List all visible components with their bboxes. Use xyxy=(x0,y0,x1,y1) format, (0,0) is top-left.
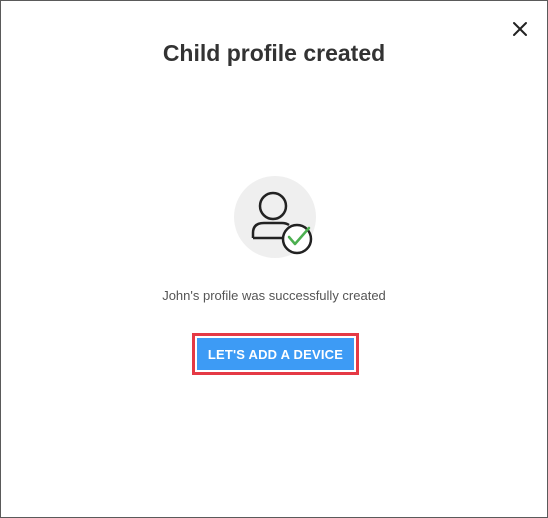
button-highlight-frame: LET'S ADD A DEVICE xyxy=(192,333,359,375)
close-icon xyxy=(513,22,527,36)
profile-avatar xyxy=(234,176,316,258)
child-profile-created-dialog: Child profile created John's profile was… xyxy=(0,0,548,518)
success-message: John's profile was successfully created xyxy=(162,288,386,303)
dialog-title: Child profile created xyxy=(162,40,386,66)
user-check-icon xyxy=(251,191,313,255)
add-device-button[interactable]: LET'S ADD A DEVICE xyxy=(197,338,354,370)
